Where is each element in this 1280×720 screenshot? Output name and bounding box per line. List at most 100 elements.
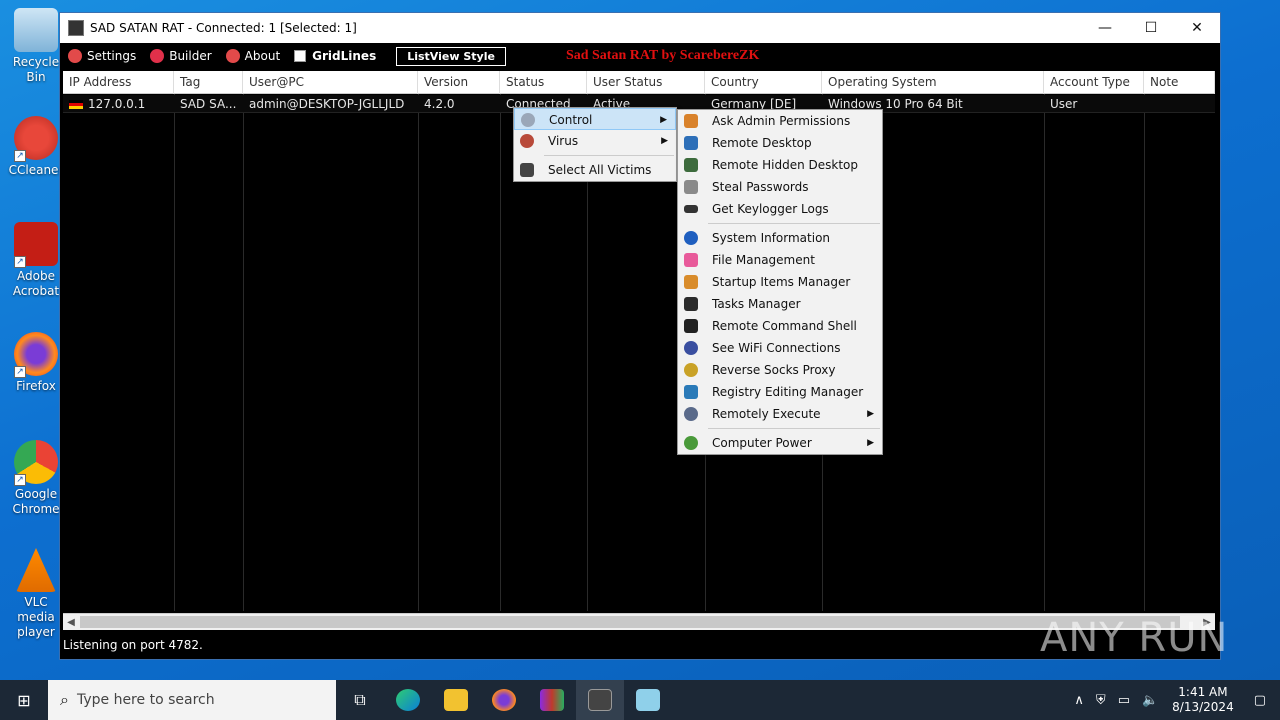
menu-separator — [708, 428, 880, 429]
menu-item-tasks-manager[interactable]: Tasks Manager — [678, 293, 882, 315]
settings-icon — [68, 49, 82, 63]
grid-line — [1144, 94, 1145, 611]
menu-item-keylogger-logs[interactable]: Get Keylogger Logs — [678, 198, 882, 220]
hidden-desktop-icon — [684, 158, 698, 172]
menu-item-ask-admin[interactable]: Ask Admin Permissions — [678, 110, 882, 132]
execute-icon — [684, 407, 698, 421]
key-icon — [684, 180, 698, 194]
col-operating-system[interactable]: Operating System — [822, 71, 1044, 94]
task-view-icon: ⧉ — [354, 690, 366, 709]
search-box[interactable]: ⌕ Type here to search — [48, 680, 336, 720]
notepad-icon — [636, 689, 660, 711]
clock[interactable]: 1:41 AM 8/13/2024 — [1172, 685, 1234, 715]
security-icon[interactable]: ⛨ — [1096, 693, 1106, 708]
ccleaner-icon: ↗ — [14, 116, 58, 162]
menu-item-reverse-proxy[interactable]: Reverse Socks Proxy — [678, 359, 882, 381]
grid-line — [500, 94, 501, 611]
taskbar-rat-app[interactable] — [576, 680, 624, 720]
notification-icon[interactable]: ▢ — [1254, 693, 1266, 708]
proxy-icon — [684, 363, 698, 377]
scroll-left-icon[interactable]: ◀ — [63, 614, 79, 631]
title-bar: SAD SATAN RAT - Connected: 1 [Selected: … — [60, 13, 1220, 43]
context-menu: Control ▶ Virus ▶ Select All Victims — [513, 107, 677, 182]
taskbar-notepad[interactable] — [624, 680, 672, 720]
col-user-pc[interactable]: User@PC — [243, 71, 418, 94]
keyboard-icon — [684, 205, 698, 213]
start-button[interactable]: ⊞ — [0, 680, 48, 720]
taskbar-explorer[interactable] — [432, 680, 480, 720]
watermark: ANY RUN — [1040, 615, 1229, 661]
gridlines-toggle[interactable]: GridLines — [294, 49, 376, 63]
gridlines-checkbox[interactable] — [294, 50, 307, 62]
taskbar: ⊞ ⌕ Type here to search ⧉ ∧ ⛨ ▭ 🔈 1:41 A… — [0, 680, 1280, 720]
menu-item-computer-power[interactable]: Computer Power ▶ — [678, 432, 882, 454]
menu-item-steal-passwords[interactable]: Steal Passwords — [678, 176, 882, 198]
monitor-icon — [684, 136, 698, 150]
menu-bar: Settings Builder About GridLines ListVie… — [60, 43, 1220, 69]
col-status[interactable]: Status — [500, 71, 587, 94]
taskbar-edge[interactable] — [384, 680, 432, 720]
menu-item-control[interactable]: Control ▶ — [514, 108, 676, 130]
taskbar-firefox[interactable] — [480, 680, 528, 720]
recycle-bin-icon — [14, 8, 58, 52]
firefox-icon: ↗ — [14, 332, 58, 378]
menu-about[interactable]: About — [225, 49, 280, 63]
app-icon — [68, 20, 84, 36]
germany-flag-icon — [69, 100, 83, 109]
vlc-icon — [16, 548, 56, 592]
menu-item-registry-editor[interactable]: Registry Editing Manager — [678, 381, 882, 403]
menu-item-system-information[interactable]: System Information — [678, 227, 882, 249]
col-ip-address[interactable]: IP Address — [63, 71, 174, 94]
grid-line — [243, 94, 244, 611]
chrome-icon: ↗ — [14, 440, 58, 486]
menu-builder[interactable]: Builder — [150, 49, 212, 63]
grid-line — [174, 94, 175, 611]
menu-item-select-all-victims[interactable]: Select All Victims — [514, 159, 676, 181]
winrar-icon — [540, 689, 564, 711]
volume-icon[interactable]: 🔈 — [1142, 693, 1158, 708]
menu-item-virus[interactable]: Virus ▶ — [514, 130, 676, 152]
grid-line — [418, 94, 419, 611]
submenu-arrow-icon: ▶ — [660, 115, 667, 125]
menu-item-wifi-connections[interactable]: See WiFi Connections — [678, 337, 882, 359]
col-user-status[interactable]: User Status — [587, 71, 705, 94]
gear-icon — [521, 113, 535, 127]
about-icon — [225, 49, 240, 63]
task-view-button[interactable]: ⧉ — [336, 680, 384, 720]
minimize-button[interactable]: — — [1082, 13, 1128, 43]
close-button[interactable]: ✕ — [1174, 13, 1220, 43]
menu-item-remote-hidden-desktop[interactable]: Remote Hidden Desktop — [678, 154, 882, 176]
listview-style-button[interactable]: ListView Style — [396, 46, 506, 66]
info-icon — [684, 231, 698, 245]
menu-item-remote-desktop[interactable]: Remote Desktop — [678, 132, 882, 154]
col-version[interactable]: Version — [418, 71, 500, 94]
menu-settings[interactable]: Settings — [68, 49, 136, 63]
builder-icon — [150, 49, 165, 63]
grid-line — [1044, 94, 1045, 611]
system-tray: ∧ ⛨ ▭ 🔈 1:41 AM 8/13/2024 ▢ — [1068, 685, 1280, 715]
submenu-arrow-icon: ▶ — [661, 136, 668, 146]
shield-icon — [684, 114, 698, 128]
listview-header: IP Address Tag User@PC Version Status Us… — [63, 71, 1215, 94]
menu-item-remotely-execute[interactable]: Remotely Execute ▶ — [678, 403, 882, 425]
firefox-icon — [492, 689, 516, 711]
scroll-thumb[interactable] — [80, 616, 1180, 628]
acrobat-icon: ↗ — [14, 222, 58, 268]
maximize-button[interactable]: ☐ — [1128, 13, 1174, 43]
status-bar-text: Listening on port 4782. — [63, 638, 203, 652]
chevron-up-icon[interactable]: ∧ — [1074, 693, 1084, 708]
col-note[interactable]: Note — [1144, 71, 1215, 94]
network-icon[interactable]: ▭ — [1118, 693, 1130, 708]
terminal-icon — [684, 319, 698, 333]
cell-ip: 127.0.0.1 — [63, 95, 174, 113]
menu-item-remote-shell[interactable]: Remote Command Shell — [678, 315, 882, 337]
taskbar-winrar[interactable] — [528, 680, 576, 720]
window-title: SAD SATAN RAT - Connected: 1 [Selected: … — [90, 21, 357, 35]
col-account-type[interactable]: Account Type — [1044, 71, 1144, 94]
windows-icon: ⊞ — [17, 690, 31, 710]
cell-user-pc: admin@DESKTOP-JGLLJLD — [249, 97, 405, 111]
col-tag[interactable]: Tag — [174, 71, 243, 94]
menu-item-file-management[interactable]: File Management — [678, 249, 882, 271]
col-country[interactable]: Country — [705, 71, 822, 94]
menu-item-startup-items[interactable]: Startup Items Manager — [678, 271, 882, 293]
